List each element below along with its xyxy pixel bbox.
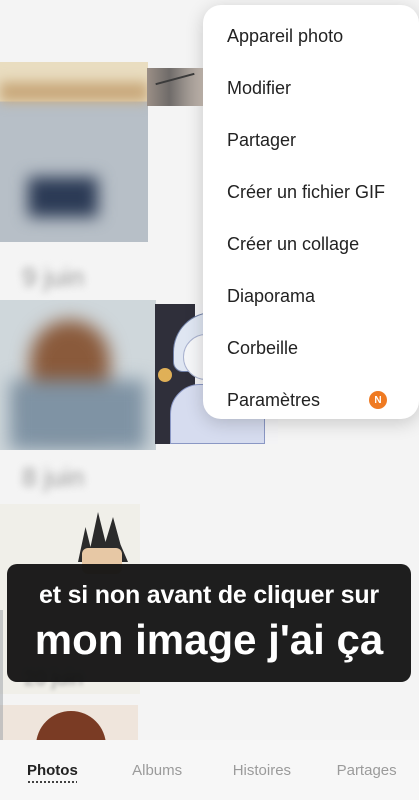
date-label: 9 juin [22,262,85,292]
date-label: 8 juin [22,462,85,492]
menu-item-settings[interactable]: Paramètres N [203,374,419,426]
menu-item-label: Corbeille [227,337,299,358]
menu-item-share[interactable]: Partager [203,114,419,166]
menu-item-label: Diaporama [227,285,316,306]
tab-photos[interactable]: Photos [0,740,105,800]
menu-item-edit[interactable]: Modifier [203,62,419,114]
menu-item-label: Créer un collage [227,233,360,254]
overflow-menu: Appareil photo Modifier Partager Créer u… [203,5,419,419]
menu-item-create-collage[interactable]: Créer un collage [203,218,419,270]
menu-item-camera[interactable]: Appareil photo [203,10,419,62]
new-badge: N [369,391,387,409]
menu-item-slideshow[interactable]: Diaporama [203,270,419,322]
tab-shared[interactable]: Partages [314,740,419,800]
tab-label: Histoires [232,761,292,779]
tab-label: Albums [132,761,183,779]
active-indicator [27,781,78,783]
menu-item-trash[interactable]: Corbeille [203,322,419,374]
tab-label: Photos [26,761,78,779]
photo-thumbnail[interactable] [147,68,203,106]
tab-stories[interactable]: Histoires [210,740,315,800]
menu-item-create-gif[interactable]: Créer un fichier GIF [203,166,419,218]
tab-label: Partages [336,761,397,779]
caption-line: mon image j'ai ça [34,616,384,663]
photo-thumbnail[interactable] [0,300,156,450]
photo-thumbnail[interactable] [0,62,148,242]
bottom-nav: Photos Albums Histoires Partages [0,740,419,800]
menu-item-label: Partager [227,129,297,150]
tab-albums[interactable]: Albums [105,740,210,800]
menu-item-label: Créer un fichier GIF [227,181,386,202]
menu-item-label: Modifier [227,77,292,98]
menu-item-label: Appareil photo [227,25,344,46]
menu-item-label: Paramètres [227,389,321,410]
caption-line: et si non avant de cliquer sur [39,581,379,609]
caption-overlay: et si non avant de cliquer sur mon image… [7,564,411,682]
